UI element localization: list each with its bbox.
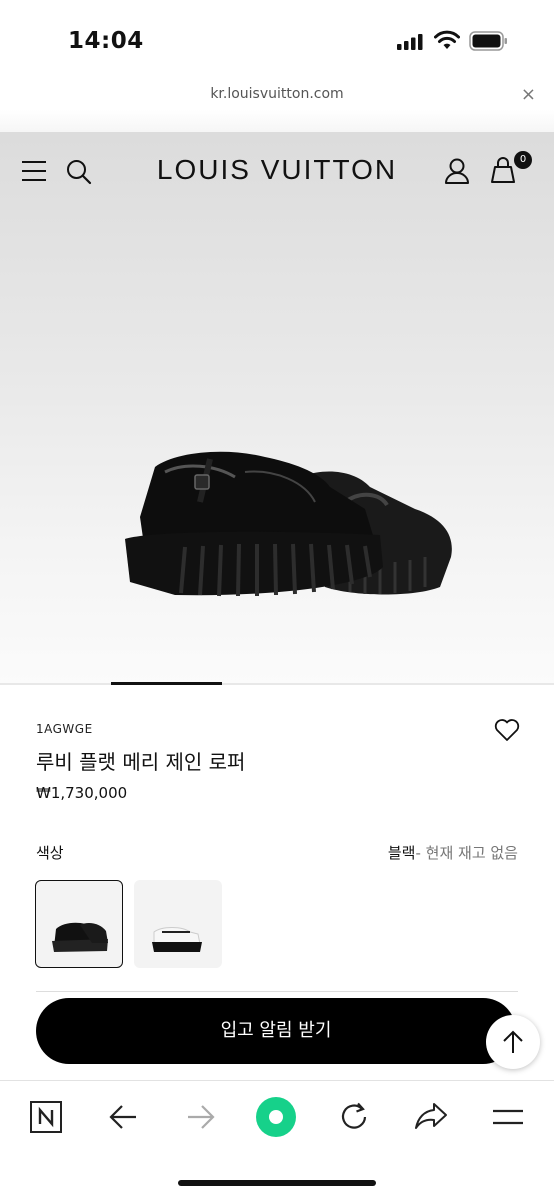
url-bar[interactable]: kr.louisvuitton.com × (0, 80, 554, 110)
page-top-band (0, 110, 554, 132)
heart-icon[interactable] (494, 718, 520, 742)
cellular-signal-icon (397, 34, 423, 50)
color-name: 블랙 (387, 844, 416, 862)
color-swatch-white[interactable] (134, 880, 222, 968)
home-indicator (178, 1180, 376, 1186)
gallery-progress-track (0, 683, 554, 685)
close-icon[interactable]: × (521, 84, 536, 105)
menu-icon[interactable] (492, 1107, 524, 1127)
divider (36, 991, 518, 992)
status-time: 14:04 (68, 28, 144, 54)
product-image-gallery[interactable]: LOUIS VUITTON 0 (0, 132, 554, 685)
gallery-progress-indicator (111, 682, 222, 685)
back-arrow-icon[interactable] (108, 1103, 138, 1131)
product-image (125, 451, 452, 597)
product-sku: 1AGWGE (36, 722, 93, 736)
swatch-black-shoe-image (52, 922, 108, 952)
brand-logo[interactable]: LOUIS VUITTON (0, 154, 554, 186)
product-price: ₩1,730,000 (36, 784, 128, 802)
forward-arrow-icon[interactable] (186, 1103, 216, 1131)
shopping-bag-icon[interactable] (490, 156, 516, 184)
share-icon[interactable] (414, 1101, 448, 1131)
swatch-white-shoe-image (152, 927, 202, 952)
color-swatch-black[interactable] (35, 880, 123, 968)
url-text[interactable]: kr.louisvuitton.com (0, 86, 554, 102)
color-value: 블랙- 현재 재고 없음 (388, 842, 518, 863)
scroll-to-top-button[interactable] (486, 1015, 540, 1069)
reload-icon[interactable] (338, 1101, 370, 1133)
status-bar: 14:04 (0, 0, 554, 80)
battery-icon (469, 31, 507, 51)
color-label: 색상 (36, 844, 64, 862)
naver-icon[interactable] (30, 1101, 62, 1133)
account-icon[interactable] (444, 158, 470, 184)
notify-restock-button[interactable]: 입고 알림 받기 (36, 998, 516, 1064)
stock-status: - 현재 재고 없음 (415, 844, 518, 862)
green-dot-icon[interactable] (255, 1096, 297, 1138)
wifi-icon (434, 30, 460, 49)
arrow-up-icon (503, 1030, 523, 1053)
product-name: 루비 플랫 메리 제인 로퍼 (36, 750, 246, 774)
bag-count-badge: 0 (514, 151, 532, 169)
